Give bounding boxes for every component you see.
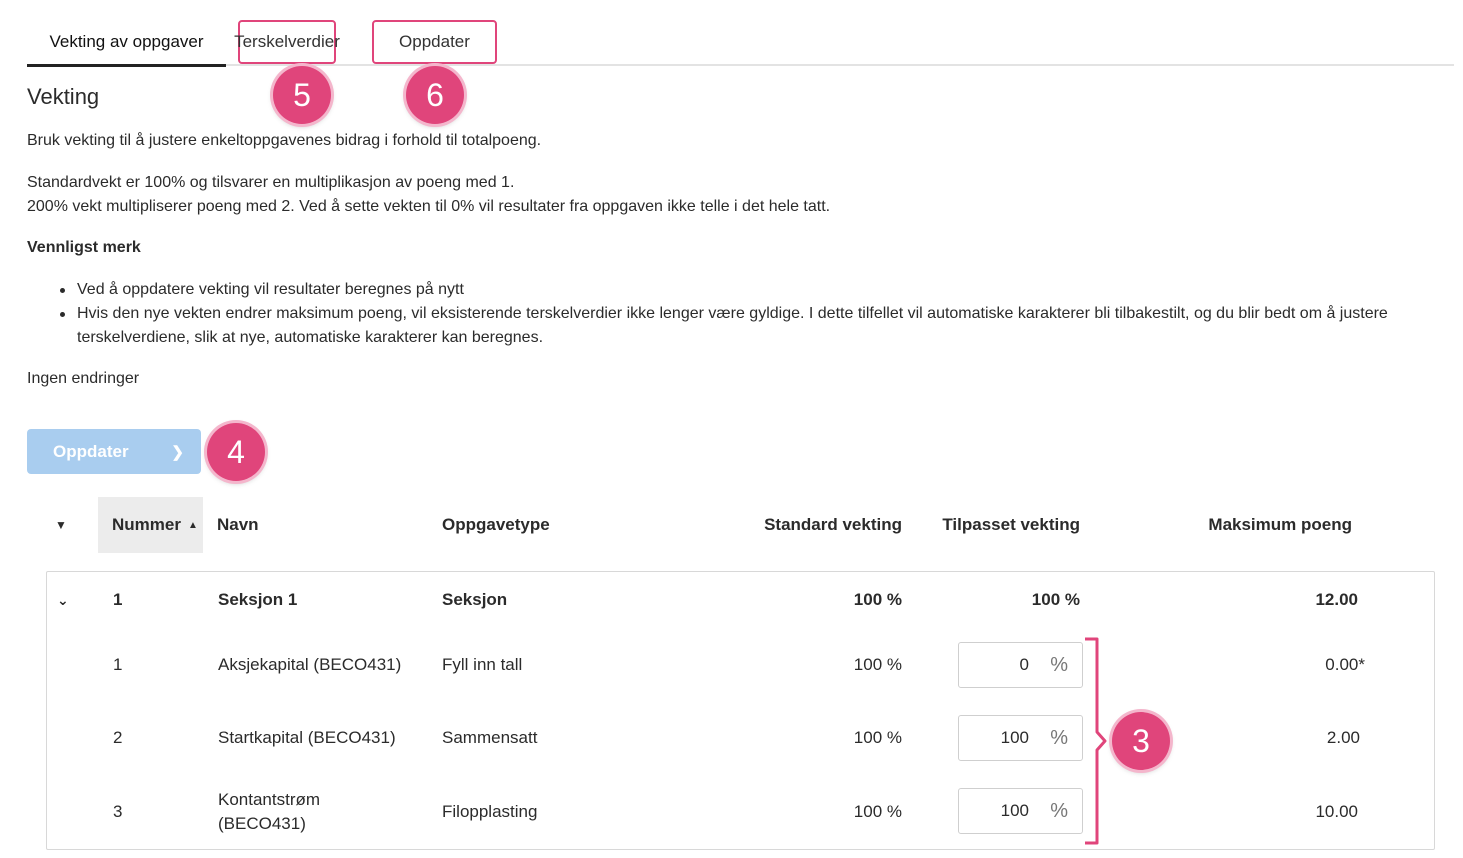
section-name: Seksjon 1 [218,590,298,609]
row-number: 1 [113,655,123,674]
update-button[interactable]: Oppdater ❯ [27,429,201,474]
table-row: 3 Kontantstrøm (BECO431) Filopplasting 1… [47,774,1434,850]
status-text: Ingen endringer [27,370,140,387]
row-standard-weight: 100 % [853,802,902,821]
section-row: ⌄ 1 Seksjon 1 Seksjon 100 % 100 % 12.00 [47,572,1434,628]
collapse-all-toggle[interactable]: ▼ [55,497,75,553]
callout-badge-5: 5 [273,66,331,124]
row-max-points: 2.00 [1326,728,1360,747]
custom-weight-input[interactable] [959,791,1029,831]
column-header-navn: Navn [217,515,259,534]
callout-badge-3: 3 [1112,712,1170,770]
custom-weight-field: % [958,715,1083,761]
chevron-down-icon: ⌄ [57,591,69,608]
row-standard-weight: 100 % [853,655,902,674]
chevron-right-icon: ❯ [171,444,184,461]
page-title: Vekting [27,84,100,109]
tab-terskelverdier[interactable]: Terskelverdier [234,20,340,64]
row-name: Startkapital (BECO431) [218,728,396,747]
custom-weight-input[interactable] [959,718,1029,758]
column-header-maksimum-poeng: Maksimum poeng [1208,515,1352,534]
notice-title: Vennligst merk [27,239,141,256]
table-row: 1 Aksjekapital (BECO431) Fyll inn tall 1… [47,628,1434,702]
notes-list: Ved å oppdatere vekting vil resultater b… [60,278,1447,350]
custom-weight-field: % [958,788,1083,834]
table-row: 2 Startkapital (BECO431) Sammensatt 100 … [47,702,1434,774]
update-button-label: Oppdater [53,441,129,461]
column-header-nummer[interactable]: Nummer ▲ [98,497,203,553]
caret-down-icon: ▼ [55,518,67,532]
row-name: Kontantstrøm (BECO431) [218,790,321,833]
tab-oppdater[interactable]: Oppdater [372,20,497,64]
weighting-table: ⌄ 1 Seksjon 1 Seksjon 100 % 100 % 12.00 … [46,571,1435,850]
custom-weight-input[interactable] [959,645,1029,685]
tab-vekting-av-oppgaver[interactable]: Vekting av oppgaver [27,20,226,67]
column-header-oppgavetype: Oppgavetype [442,515,550,534]
percent-symbol: % [1050,726,1068,749]
standard-text-line2: 200% vekt multipliserer poeng med 2. Ved… [27,198,831,215]
section-collapse-toggle[interactable]: ⌄ [57,572,77,628]
column-header-tilpasset-vekting: Tilpasset vekting [942,515,1080,534]
row-type: Filopplasting [442,802,538,821]
row-type: Sammensatt [442,728,538,747]
column-header-label: Nummer [112,515,181,534]
row-max-points: 10.00 [1315,802,1358,821]
callout-badge-4: 4 [207,423,265,481]
sort-ascending-icon: ▲ [187,519,198,531]
percent-symbol: % [1050,799,1068,822]
callout-badge-6: 6 [406,66,464,124]
list-item: Hvis den nye vekten endrer maksimum poen… [60,302,1447,350]
row-number: 2 [113,728,123,747]
list-item: Ved å oppdatere vekting vil resultater b… [60,278,1447,302]
row-standard-weight: 100 % [853,728,902,747]
section-type: Seksjon [442,590,508,609]
section-number: 1 [113,590,123,609]
section-standard-weight: 100 % [853,590,902,609]
custom-weight-field: % [958,642,1083,688]
row-type: Fyll inn tall [442,655,523,674]
row-name: Aksjekapital (BECO431) [218,655,402,674]
row-max-points: 0.00* [1325,655,1365,674]
tab-bar: Vekting av oppgaver Terskelverdier Oppda… [27,18,1454,67]
section-custom-weight: 100 % [1031,590,1080,609]
percent-symbol: % [1050,653,1068,676]
column-header-standard-vekting: Standard vekting [764,515,902,534]
standard-text-line1: Standardvekt er 100% og tilsvarer en mul… [27,174,515,191]
intro-text: Bruk vekting til å justere enkeltoppgave… [27,132,542,149]
section-max-points: 12.00 [1315,590,1358,609]
bracket-annotation [1085,637,1107,845]
row-number: 3 [113,802,123,821]
